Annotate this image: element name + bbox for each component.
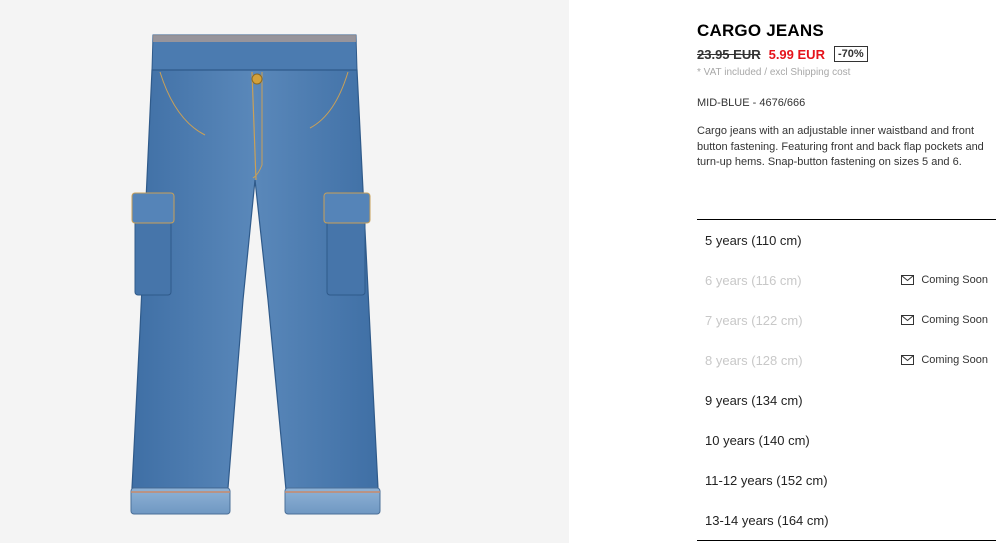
size-label: 13-14 years (164 cm) bbox=[705, 512, 829, 528]
size-label: 8 years (128 cm) bbox=[705, 352, 803, 368]
envelope-icon bbox=[901, 315, 915, 325]
product-description: Cargo jeans with an adjustable inner wai… bbox=[697, 125, 984, 169]
discount-badge: -70% bbox=[833, 46, 868, 62]
size-option[interactable]: 5 years (110 cm) bbox=[697, 220, 996, 260]
size-option[interactable]: 8 years (128 cm) Coming Soon bbox=[697, 340, 996, 380]
size-option[interactable]: 9 years (134 cm) bbox=[697, 380, 996, 420]
product-title: CARGO JEANS bbox=[697, 21, 824, 40]
old-price: 23.95 EUR bbox=[697, 46, 761, 62]
coming-soon-label: Coming Soon bbox=[921, 354, 988, 366]
size-label: 10 years (140 cm) bbox=[705, 432, 810, 448]
color-reference: MID-BLUE - 4676/666 bbox=[697, 97, 806, 109]
size-label: 7 years (122 cm) bbox=[705, 312, 803, 328]
envelope-icon bbox=[901, 275, 915, 285]
size-label: 5 years (110 cm) bbox=[705, 232, 802, 248]
coming-soon-notice[interactable]: Coming Soon bbox=[901, 274, 988, 286]
coming-soon-label: Coming Soon bbox=[921, 274, 988, 286]
size-option[interactable]: 13-14 years (164 cm) bbox=[697, 500, 996, 540]
size-option[interactable]: 6 years (116 cm) Coming Soon bbox=[697, 260, 996, 300]
size-option[interactable]: 7 years (122 cm) Coming Soon bbox=[697, 300, 996, 340]
jeans-illustration bbox=[130, 34, 381, 515]
coming-soon-label: Coming Soon bbox=[921, 314, 988, 326]
envelope-icon bbox=[901, 355, 915, 365]
coming-soon-notice[interactable]: Coming Soon bbox=[901, 354, 988, 366]
size-label: 9 years (134 cm) bbox=[705, 392, 803, 408]
size-label: 11-12 years (152 cm) bbox=[705, 472, 828, 488]
size-option[interactable]: 10 years (140 cm) bbox=[697, 420, 996, 460]
coming-soon-notice[interactable]: Coming Soon bbox=[901, 314, 988, 326]
size-label: 6 years (116 cm) bbox=[705, 272, 802, 288]
vat-note: * VAT included / excl Shipping cost bbox=[697, 67, 851, 78]
price-row: 23.95 EUR 5.99 EUR -70% bbox=[697, 46, 868, 62]
product-image[interactable] bbox=[0, 0, 569, 543]
sale-price: 5.99 EUR bbox=[768, 46, 825, 62]
size-list: 5 years (110 cm) 6 years (116 cm) Coming… bbox=[697, 219, 996, 541]
size-option[interactable]: 11-12 years (152 cm) bbox=[697, 460, 996, 500]
